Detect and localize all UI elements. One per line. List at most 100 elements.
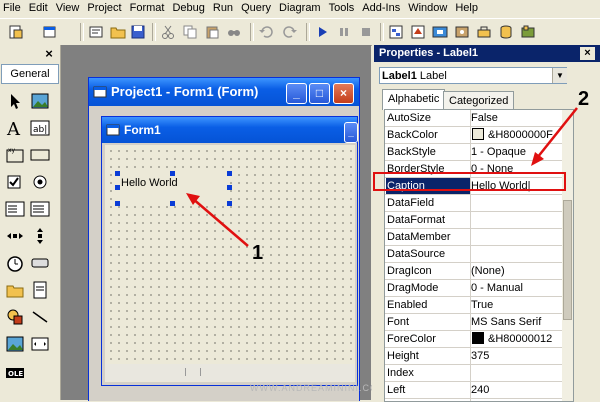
property-value[interactable]: 0 - Manual xyxy=(471,280,571,296)
project-explorer-icon[interactable] xyxy=(388,24,404,40)
save-icon[interactable] xyxy=(130,24,146,40)
object-selector[interactable]: Label1 Label xyxy=(379,67,567,84)
timer-tool-icon[interactable] xyxy=(5,253,25,273)
listbox-tool-icon[interactable] xyxy=(30,199,50,219)
resize-handle[interactable] xyxy=(115,171,120,176)
add-form-icon[interactable] xyxy=(42,24,58,40)
menu-item-run[interactable]: Run xyxy=(209,0,237,16)
property-row-forecolor[interactable]: ForeColor &H80000012 xyxy=(385,331,573,348)
property-value[interactable] xyxy=(471,212,571,228)
property-row-left[interactable]: Left 240 xyxy=(385,382,573,399)
add-project-icon[interactable] xyxy=(8,24,24,40)
property-value[interactable]: 240 xyxy=(471,382,571,398)
property-row-enabled[interactable]: Enabled True xyxy=(385,297,573,314)
scrollbar-thumb[interactable] xyxy=(563,200,572,320)
menu-item-edit[interactable]: Edit xyxy=(25,0,52,16)
menu-editor-icon[interactable] xyxy=(88,24,104,40)
menu-item-view[interactable]: View xyxy=(52,0,84,16)
form1-minimize-button[interactable]: _ xyxy=(344,122,358,143)
toolbox-close-button[interactable]: × xyxy=(42,47,56,60)
image-tool-icon[interactable] xyxy=(5,334,25,354)
property-row-height[interactable]: Height 375 xyxy=(385,348,573,365)
project-window-titlebar[interactable]: Project1 - Form1 (Form) _ □ × xyxy=(89,78,359,106)
form-layout-icon[interactable] xyxy=(432,24,448,40)
property-row-dataformat[interactable]: DataFormat xyxy=(385,212,573,229)
property-row-font[interactable]: Font MS Sans Serif xyxy=(385,314,573,331)
maximize-button[interactable]: □ xyxy=(309,83,330,104)
vscrollbar-tool-icon[interactable] xyxy=(30,226,50,246)
filelistbox-tool-icon[interactable] xyxy=(30,280,50,300)
menu-item-debug[interactable]: Debug xyxy=(168,0,208,16)
menu-item-format[interactable]: Format xyxy=(126,0,169,16)
drivelistbox-tool-icon[interactable] xyxy=(30,253,50,273)
ole-tool-icon[interactable]: OLE xyxy=(5,363,25,383)
menu-item-query[interactable]: Query xyxy=(237,0,275,16)
property-value[interactable] xyxy=(471,195,571,211)
form-horizontal-scrollbar[interactable] xyxy=(105,364,355,381)
resize-handle[interactable] xyxy=(170,201,175,206)
redo-icon[interactable] xyxy=(282,24,298,40)
combobox-tool-icon[interactable] xyxy=(5,199,25,219)
textbox-tool-icon[interactable]: ab| xyxy=(30,118,50,138)
form1-titlebar[interactable]: Form1 _ xyxy=(102,117,358,143)
close-button[interactable]: × xyxy=(333,83,354,104)
properties-close-button[interactable]: × xyxy=(580,47,595,60)
paste-icon[interactable] xyxy=(204,24,220,40)
chevron-down-icon[interactable]: ▼ xyxy=(552,68,567,83)
cut-icon[interactable] xyxy=(160,24,176,40)
break-icon[interactable] xyxy=(336,24,352,40)
optionbutton-tool-icon[interactable] xyxy=(30,172,50,192)
property-value[interactable] xyxy=(471,246,571,262)
tab-alphabetic[interactable]: Alphabetic xyxy=(382,89,446,110)
commandbutton-tool-icon[interactable] xyxy=(30,145,50,165)
object-browser-icon[interactable] xyxy=(454,24,470,40)
property-row-dragicon[interactable]: DragIcon (None) xyxy=(385,263,573,280)
property-value[interactable]: MS Sans Serif xyxy=(471,314,571,330)
copy-icon[interactable] xyxy=(182,24,198,40)
property-value[interactable]: 375 xyxy=(471,348,571,364)
pointer-tool-icon[interactable] xyxy=(5,91,25,111)
dirlistbox-tool-icon[interactable] xyxy=(5,280,25,300)
data-view-icon[interactable] xyxy=(498,24,514,40)
menu-item-project[interactable]: Project xyxy=(83,0,125,16)
label-tool-icon[interactable]: A xyxy=(5,118,25,138)
line-tool-icon[interactable] xyxy=(30,307,50,327)
property-row-datamember[interactable]: DataMember xyxy=(385,229,573,246)
toolbox-tab-general[interactable]: General xyxy=(1,64,59,84)
menu-item-diagram[interactable]: Diagram xyxy=(275,0,325,16)
hscrollbar-tool-icon[interactable] xyxy=(5,226,25,246)
property-row-dragmode[interactable]: DragMode 0 - Manual xyxy=(385,280,573,297)
picturebox-tool-icon[interactable] xyxy=(30,91,50,111)
property-value[interactable]: &H80000012 xyxy=(471,331,571,347)
checkbox-tool-icon[interactable] xyxy=(5,172,25,192)
tab-categorized[interactable]: Categorized xyxy=(443,91,515,110)
toolbox-icon[interactable] xyxy=(476,24,492,40)
frame-tool-icon[interactable]: xy xyxy=(5,145,25,165)
resize-handle[interactable] xyxy=(115,201,120,206)
shape-tool-icon[interactable] xyxy=(5,307,25,327)
menu-item-file[interactable]: File xyxy=(0,0,25,16)
property-value[interactable]: (None) xyxy=(471,263,571,279)
minimize-button[interactable]: _ xyxy=(286,83,307,104)
scrollbar-grip[interactable] xyxy=(185,368,201,376)
property-value[interactable] xyxy=(471,229,571,245)
undo-icon[interactable] xyxy=(258,24,274,40)
resize-handle[interactable] xyxy=(227,171,232,176)
end-icon[interactable] xyxy=(358,24,374,40)
properties-window-icon[interactable] xyxy=(410,24,426,40)
find-icon[interactable] xyxy=(226,24,242,40)
data-tool-icon[interactable] xyxy=(30,334,50,354)
resize-handle[interactable] xyxy=(115,185,120,190)
property-value[interactable]: True xyxy=(471,297,571,313)
start-icon[interactable] xyxy=(314,24,330,40)
property-row-datasource[interactable]: DataSource xyxy=(385,246,573,263)
menu-item-window[interactable]: Window xyxy=(404,0,451,16)
open-folder-icon[interactable] xyxy=(110,24,126,40)
menu-item-tools[interactable]: Tools xyxy=(325,0,359,16)
component-manager-icon[interactable] xyxy=(520,24,536,40)
property-row-datafield[interactable]: DataField xyxy=(385,195,573,212)
property-row-index[interactable]: Index xyxy=(385,365,573,382)
property-value[interactable] xyxy=(471,365,571,381)
menu-item-add-ins[interactable]: Add-Ins xyxy=(358,0,404,16)
menu-item-help[interactable]: Help xyxy=(451,0,482,16)
